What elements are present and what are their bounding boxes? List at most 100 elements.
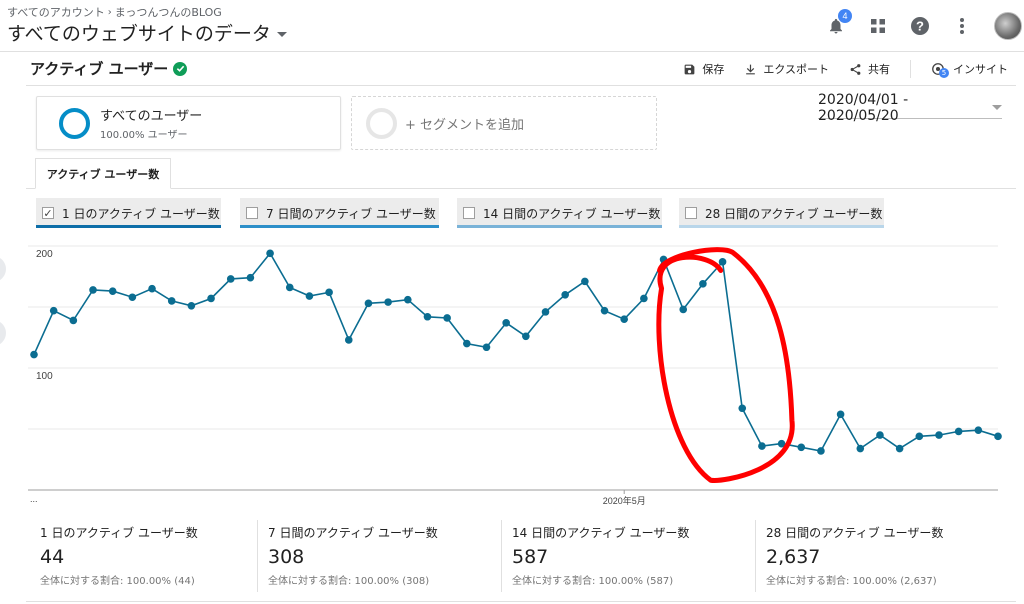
data-point[interactable]	[640, 294, 648, 303]
data-point[interactable]	[482, 343, 491, 352]
data-point[interactable]	[384, 298, 392, 306]
data-point[interactable]	[305, 292, 314, 300]
data-point[interactable]	[167, 297, 176, 305]
top-header: すべてのアカウント › まっつんつんのBLOG すべてのウェブサイトのデータ 4…	[0, 0, 1024, 52]
data-point[interactable]	[364, 299, 373, 308]
data-point[interactable]	[285, 283, 294, 292]
add-segment-button[interactable]: + セグメントを追加	[351, 96, 657, 150]
data-point[interactable]	[600, 306, 609, 315]
more-vert-icon	[960, 18, 964, 34]
breadcrumb-property[interactable]: まっつんつんのBLOG	[115, 4, 222, 20]
segment-all-users[interactable]: すべてのユーザー 100.00% ユーザー	[36, 96, 341, 150]
data-point[interactable]	[935, 431, 943, 439]
checkbox-unchecked[interactable]	[463, 207, 475, 219]
metric-toggle-label: 7 日間のアクティブ ユーザー数	[266, 206, 436, 221]
chart-y-ticks: 100 200	[36, 249, 53, 382]
data-point[interactable]	[463, 339, 471, 348]
checkbox-unchecked[interactable]	[246, 207, 258, 219]
data-point[interactable]	[758, 442, 766, 450]
export-button[interactable]: エクスポート	[744, 61, 829, 77]
tab-active-users[interactable]: アクティブ ユーザー数	[35, 158, 171, 189]
data-point[interactable]	[541, 308, 550, 316]
data-point[interactable]	[915, 432, 924, 441]
chart-x-ticks: ... 2020年5月	[30, 490, 646, 506]
insights-label: インサイト	[953, 63, 1008, 76]
share-button[interactable]: 共有	[849, 61, 890, 77]
data-point[interactable]	[738, 404, 747, 413]
notifications-button[interactable]: 4	[826, 9, 852, 36]
data-point[interactable]	[699, 280, 707, 288]
scorecard-share: 全体に対する割合: 100.00% (587)	[512, 576, 674, 587]
caret-down-icon	[992, 105, 1002, 110]
metric-color-bar	[679, 225, 884, 228]
data-point[interactable]	[679, 305, 688, 314]
data-point[interactable]	[895, 444, 904, 453]
data-point[interactable]	[581, 277, 589, 286]
scorecard-value: 44	[40, 546, 65, 568]
data-point[interactable]	[561, 291, 569, 299]
data-point[interactable]	[522, 332, 530, 341]
data-point[interactable]	[108, 287, 117, 295]
metric-toggle-14day[interactable]: 14 日間のアクティブ ユーザー数	[457, 198, 662, 228]
metric-toggle-7day[interactable]: 7 日間のアクティブ ユーザー数	[240, 198, 439, 228]
data-point[interactable]	[30, 350, 38, 359]
notification-count-badge: 4	[838, 9, 852, 23]
data-point[interactable]	[49, 306, 58, 315]
save-icon	[684, 64, 695, 74]
scorecard-label: 7 日間のアクティブ ユーザー数	[268, 526, 438, 540]
data-point[interactable]	[226, 275, 235, 283]
data-point[interactable]	[266, 249, 274, 258]
apps-button[interactable]	[868, 16, 888, 36]
help-icon: ?	[911, 17, 929, 35]
download-icon	[746, 64, 756, 74]
metric-toggle-1day[interactable]: ✓ 1 日のアクティブ ユーザー数	[36, 198, 221, 228]
data-point[interactable]	[89, 286, 97, 294]
data-point[interactable]	[797, 443, 806, 452]
data-point[interactable]	[994, 432, 1002, 441]
data-point[interactable]	[817, 447, 825, 455]
data-point[interactable]	[403, 295, 412, 304]
help-button[interactable]: ?	[910, 16, 930, 36]
data-point[interactable]	[69, 316, 78, 325]
svg-text:?: ?	[916, 19, 924, 34]
checkbox-checked[interactable]: ✓	[42, 207, 54, 220]
data-point[interactable]	[207, 294, 215, 303]
data-point[interactable]	[443, 314, 451, 322]
data-point[interactable]	[974, 426, 983, 435]
data-point[interactable]	[620, 315, 629, 323]
data-point[interactable]	[423, 312, 432, 321]
left-rail-handle[interactable]	[0, 256, 6, 282]
data-point[interactable]	[148, 284, 156, 293]
segment-name: すべてのユーザー	[100, 109, 203, 124]
data-point[interactable]	[187, 301, 196, 310]
breadcrumb-account[interactable]: すべてのアカウント	[7, 4, 105, 20]
data-point[interactable]	[836, 410, 845, 419]
data-point[interactable]	[876, 431, 884, 439]
date-range-picker[interactable]: 2020/04/01 - 2020/05/20	[818, 92, 1002, 124]
metric-color-bar	[36, 225, 221, 228]
more-options-button[interactable]	[952, 16, 972, 36]
data-point[interactable]	[718, 258, 727, 266]
data-point[interactable]	[856, 444, 865, 453]
tab-label: アクティブ ユーザー数	[46, 167, 160, 181]
scorecard-divider	[257, 520, 258, 592]
export-label: エクスポート	[763, 63, 829, 76]
checkbox-unchecked[interactable]	[685, 207, 697, 219]
data-point[interactable]	[325, 288, 333, 297]
data-point[interactable]	[344, 336, 353, 344]
left-rail-handle[interactable]	[0, 320, 6, 346]
insights-button[interactable]: 5 インサイト	[931, 61, 1008, 78]
chart-points	[30, 249, 1002, 455]
data-point[interactable]	[246, 273, 255, 282]
data-point[interactable]	[128, 293, 137, 302]
account-avatar[interactable]	[994, 12, 1022, 40]
scorecard-value: 308	[268, 546, 305, 568]
data-point[interactable]	[502, 319, 510, 327]
breadcrumb: すべてのアカウント › まっつんつんのBLOG	[7, 4, 222, 20]
view-selector[interactable]: すべてのウェブサイトのデータ	[7, 19, 287, 46]
data-point[interactable]	[954, 427, 963, 436]
metric-toggle-label: 14 日間のアクティブ ユーザー数	[483, 206, 661, 221]
share-label: 共有	[868, 63, 890, 76]
save-button[interactable]: 保存	[683, 61, 724, 77]
metric-toggle-28day[interactable]: 28 日間のアクティブ ユーザー数	[679, 198, 884, 228]
